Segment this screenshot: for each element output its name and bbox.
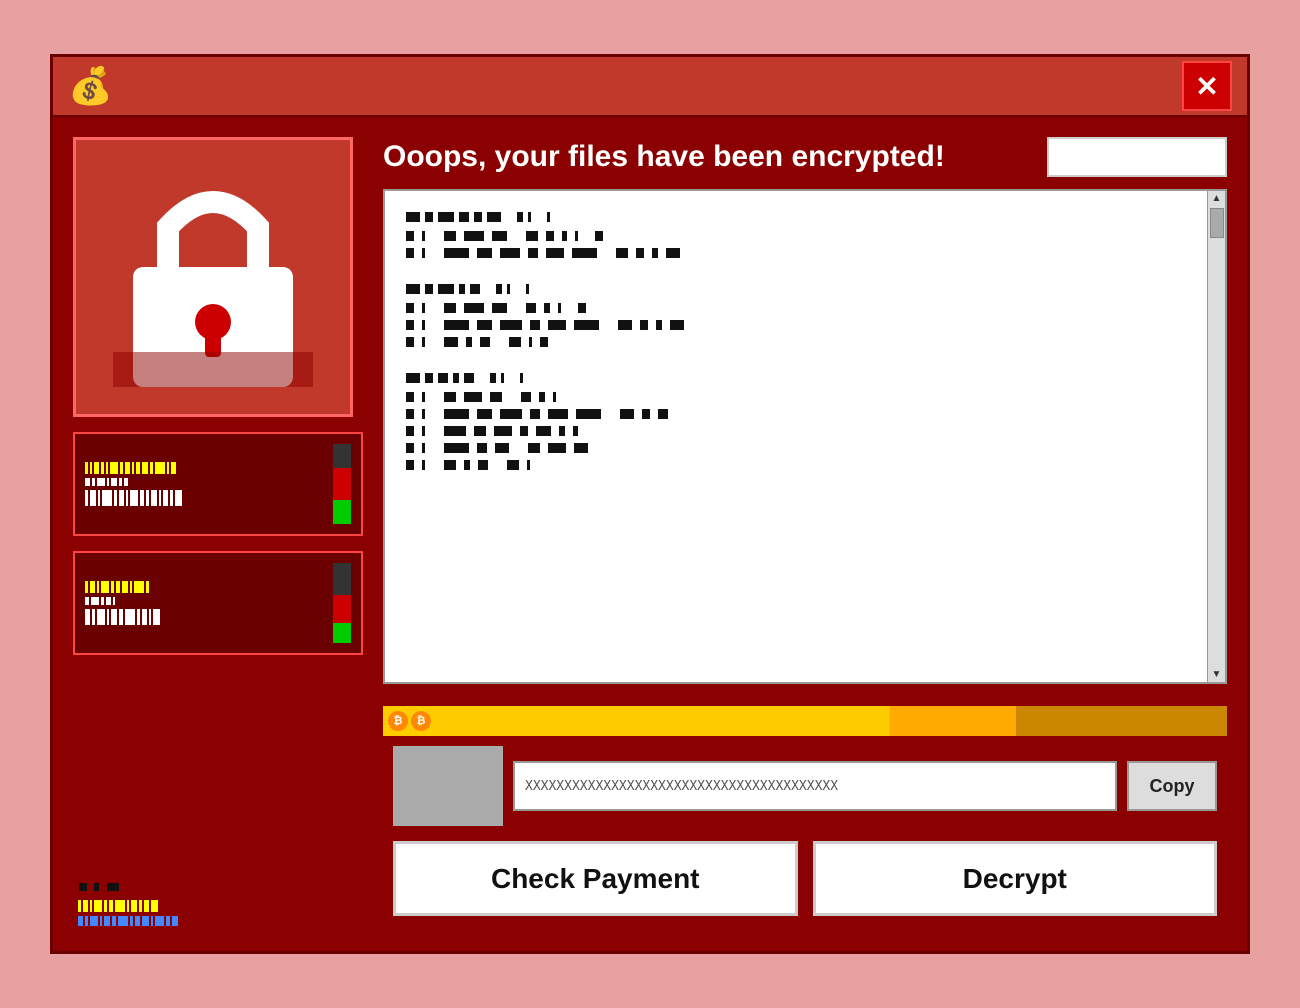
lock-image	[73, 137, 353, 417]
title-bar: 💰 ✕	[53, 57, 1247, 117]
left-panel	[73, 137, 363, 931]
section-3-line2	[405, 407, 1185, 424]
bitcoin-icon-1: ₿	[388, 711, 408, 731]
text-content	[405, 211, 1185, 475]
bottom-panel: ₿ ₿ Copy Check Payment Decrypt	[383, 696, 1227, 931]
button-row: Check Payment Decrypt	[383, 841, 1227, 931]
section-3-line5	[405, 458, 1185, 475]
small-barcode-area	[73, 877, 363, 931]
level-bar-2	[333, 563, 351, 643]
encrypted-text-area[interactable]: ▲ ▼	[383, 189, 1227, 684]
main-title: Ooops, your files have been encrypted!	[383, 140, 1032, 174]
section-3-heading	[405, 372, 1185, 384]
section-2-line3	[405, 335, 1185, 352]
bitcoin-bar: ₿ ₿	[383, 706, 1227, 736]
section-1-heading	[405, 211, 1185, 223]
section-1-line2	[405, 246, 1185, 263]
scroll-up-arrow[interactable]: ▲	[1210, 191, 1224, 206]
close-button[interactable]: ✕	[1182, 61, 1232, 111]
check-payment-button[interactable]: Check Payment	[393, 841, 798, 916]
barcode-stripes-1	[85, 462, 325, 506]
scrollbar-thumb[interactable]	[1210, 208, 1224, 238]
section-2-line2	[405, 318, 1185, 335]
bitcoin-address-input[interactable]	[513, 761, 1117, 811]
section-3-line4	[405, 441, 1185, 458]
barcode-panel-2	[73, 551, 363, 655]
text-section-1	[405, 211, 1185, 263]
section-3-line3	[405, 424, 1185, 441]
qr-code-placeholder	[393, 746, 503, 826]
copy-button[interactable]: Copy	[1127, 761, 1217, 811]
ransomware-window: 💰 ✕	[50, 54, 1250, 954]
main-content: Ooops, your files have been encrypted!	[53, 117, 1247, 951]
right-panel: Ooops, your files have been encrypted!	[383, 137, 1227, 931]
barcode-panel-1	[73, 432, 363, 536]
section-2-line1	[405, 301, 1185, 318]
text-section-2	[405, 283, 1185, 352]
bitcoin-icons: ₿ ₿	[388, 711, 431, 731]
scrollbar[interactable]: ▲ ▼	[1207, 191, 1225, 682]
header-input-field[interactable]	[1047, 137, 1227, 177]
bitcoin-icon-2: ₿	[411, 711, 431, 731]
barcode-stripes-2	[85, 581, 325, 625]
scroll-down-arrow[interactable]: ▼	[1210, 667, 1224, 682]
section-1-line1	[405, 229, 1185, 246]
decrypt-button[interactable]: Decrypt	[813, 841, 1218, 916]
section-2-heading	[405, 283, 1185, 295]
section-3-line1	[405, 390, 1185, 407]
text-section-3	[405, 372, 1185, 475]
money-bag-icon: 💰	[68, 65, 113, 107]
input-row: Copy	[383, 746, 1227, 826]
level-bar-1	[333, 444, 351, 524]
header-row: Ooops, your files have been encrypted!	[383, 137, 1227, 177]
